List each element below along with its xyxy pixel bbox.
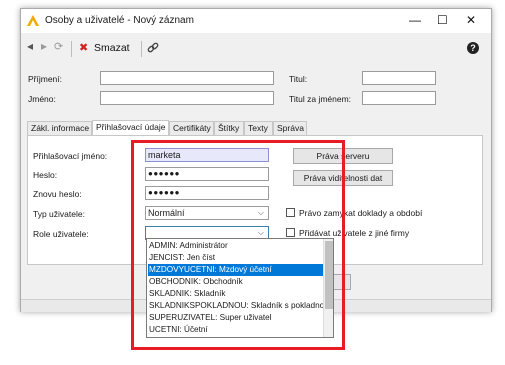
toolbar: ◂ ▸ ⟳ ✖ Smazat ? [21,39,491,59]
toolbar-separator [141,41,142,57]
name-label: Jméno: [28,94,56,104]
password-label: Heslo: [33,170,58,180]
app-logo-icon [27,15,39,26]
title-bar: Osoby a uživatelé - Nový záznam — ☐ ✕ [21,9,491,33]
tab-basic-info[interactable]: Zákl. informace [27,121,92,135]
refresh-icon[interactable]: ⟳ [54,40,63,53]
title-input[interactable] [362,71,436,85]
link-icon[interactable] [147,42,159,54]
forward-icon[interactable]: ▸ [41,39,47,53]
title-after-input[interactable] [362,91,436,105]
tab-administration[interactable]: Správa [273,121,307,135]
window-title: Osoby a uživatelé - Nový záznam [45,15,194,26]
name-input[interactable] [100,91,274,105]
tab-login[interactable]: Přihlašovací údaje [92,120,169,136]
password-repeat-label: Znovu heslo: [33,189,82,199]
login-name-label: Přihlašovací jméno: [33,151,108,161]
tab-tags[interactable]: Štítky [214,121,244,135]
surname-input[interactable] [100,71,274,85]
maximize-button[interactable]: ☐ [437,13,448,27]
help-icon[interactable]: ? [467,42,479,54]
tab-certificates[interactable]: Certifikáty [169,121,214,135]
back-icon[interactable]: ◂ [27,39,33,53]
user-type-label: Typ uživatele: [33,209,85,219]
close-button[interactable]: ✕ [466,13,476,27]
title-label: Titul: [289,74,308,84]
tab-texts[interactable]: Texty [244,121,273,135]
surname-label: Příjmení: [28,74,63,84]
delete-label: Smazat [94,42,130,54]
toolbar-separator [71,41,72,57]
highlight-annotation [131,140,345,350]
role-label: Role uživatele: [33,229,89,239]
title-after-label: Titul za jménem: [289,94,352,104]
delete-icon: ✖ [79,42,89,54]
minimize-button[interactable]: — [409,13,421,27]
